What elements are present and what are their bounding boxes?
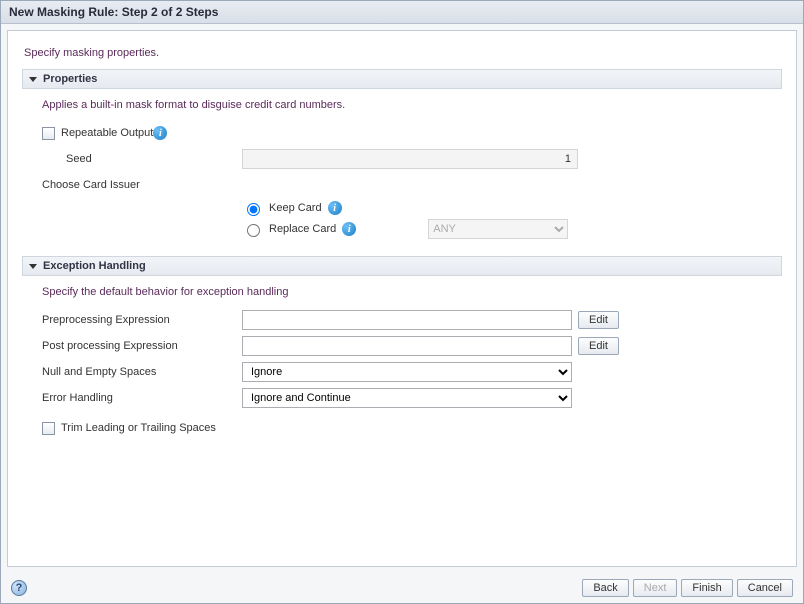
section-exception-header[interactable]: Exception Handling: [22, 256, 782, 276]
info-icon[interactable]: i: [328, 201, 342, 215]
back-button[interactable]: Back: [582, 579, 628, 597]
repeatable-output-checkbox[interactable]: Repeatable Output: [42, 127, 153, 140]
post-expression-label: Post processing Expression: [42, 340, 242, 352]
null-handling-label: Null and Empty Spaces: [42, 366, 242, 378]
pre-expression-label: Preprocessing Expression: [42, 314, 242, 326]
info-icon[interactable]: i: [342, 222, 356, 236]
seed-label: Seed: [42, 153, 242, 165]
collapse-icon: [29, 77, 37, 82]
properties-description: Applies a built-in mask format to disgui…: [42, 99, 776, 111]
error-handling-label: Error Handling: [42, 392, 242, 404]
page-instruction: Specify masking properties.: [24, 47, 780, 59]
replace-card-label: Replace Card: [269, 223, 336, 235]
checkbox-icon: [42, 422, 55, 435]
keep-card-radio[interactable]: [247, 203, 260, 216]
checkbox-icon: [42, 127, 55, 140]
trim-spaces-label: Trim Leading or Trailing Spaces: [61, 422, 216, 434]
cancel-button[interactable]: Cancel: [737, 579, 793, 597]
seed-input: [242, 149, 578, 169]
keep-card-label: Keep Card: [269, 202, 322, 214]
replace-card-select: ANY: [428, 219, 568, 239]
dialog-footer: ? Back Next Finish Cancel: [1, 573, 803, 603]
issuer-label: Choose Card Issuer: [42, 179, 242, 191]
help-icon[interactable]: ?: [11, 580, 27, 596]
pre-expression-input[interactable]: [242, 310, 572, 330]
finish-button[interactable]: Finish: [681, 579, 732, 597]
section-properties-body: Applies a built-in mask format to disgui…: [22, 99, 782, 256]
section-exception-title: Exception Handling: [43, 260, 146, 272]
next-button: Next: [633, 579, 678, 597]
post-expression-input[interactable]: [242, 336, 572, 356]
pre-expression-edit-button[interactable]: Edit: [578, 311, 619, 329]
exception-description: Specify the default behavior for excepti…: [42, 286, 776, 298]
section-exception-body: Specify the default behavior for excepti…: [22, 286, 782, 456]
section-properties-header[interactable]: Properties: [22, 69, 782, 89]
repeatable-output-label: Repeatable Output: [61, 127, 153, 139]
null-handling-select[interactable]: Ignore: [242, 362, 572, 382]
collapse-icon: [29, 264, 37, 269]
info-icon[interactable]: i: [153, 126, 167, 140]
error-handling-select[interactable]: Ignore and Continue: [242, 388, 572, 408]
section-properties-title: Properties: [43, 73, 97, 85]
dialog-content: Specify masking properties. Properties A…: [7, 30, 797, 567]
replace-card-radio[interactable]: [247, 224, 260, 237]
post-expression-edit-button[interactable]: Edit: [578, 337, 619, 355]
trim-spaces-checkbox[interactable]: Trim Leading or Trailing Spaces: [42, 422, 216, 435]
dialog-title: New Masking Rule: Step 2 of 2 Steps: [1, 1, 803, 24]
dialog: New Masking Rule: Step 2 of 2 Steps Spec…: [0, 0, 804, 604]
